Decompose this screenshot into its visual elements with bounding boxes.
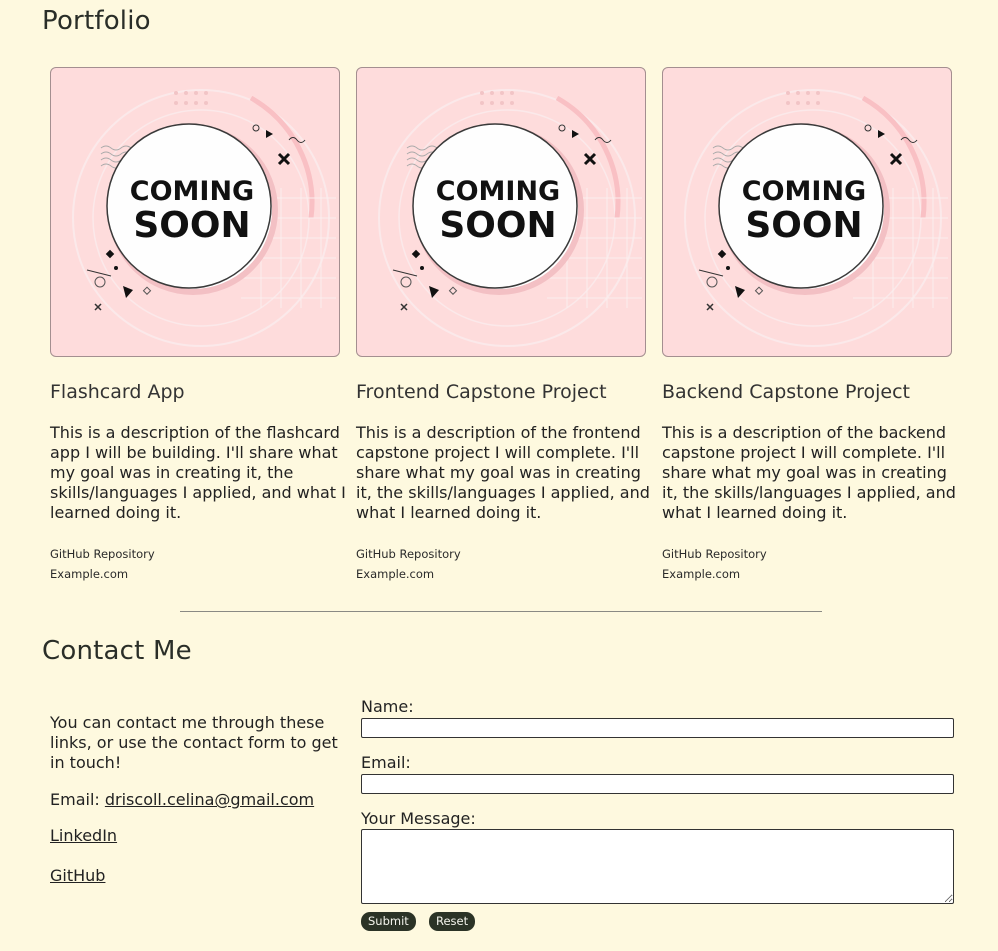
project-links: GitHub Repository Example.com	[50, 544, 155, 584]
email-line: Email: driscoll.celina@gmail.com	[50, 790, 314, 809]
example-link[interactable]: Example.com	[50, 564, 155, 584]
email-label: Email:	[361, 753, 411, 772]
project-card: COMING SOON Backend Capstone Project Thi…	[662, 67, 956, 581]
project-card: COMING SOON Flashcard App This is a desc…	[50, 67, 346, 581]
project-description: This is a description of the backend cap…	[662, 423, 956, 522]
svg-text:COMING: COMING	[742, 176, 866, 207]
coming-soon-illustration: COMING SOON	[684, 89, 948, 347]
github-repository-link[interactable]: GitHub Repository	[356, 544, 461, 564]
message-textarea[interactable]	[361, 829, 954, 904]
project-description: This is a description of the frontend ca…	[356, 423, 650, 522]
section-divider	[180, 611, 822, 612]
portfolio-heading: Portfolio	[42, 6, 151, 36]
svg-text:SOON: SOON	[133, 205, 250, 246]
name-label: Name:	[361, 697, 414, 716]
name-input[interactable]	[361, 718, 954, 738]
coming-soon-image: COMING SOON	[662, 67, 952, 357]
project-title: Flashcard App	[50, 381, 185, 403]
contact-intro: You can contact me through these links, …	[50, 713, 338, 772]
contact-heading: Contact Me	[42, 636, 192, 666]
svg-text:SOON: SOON	[439, 205, 556, 246]
project-links: GitHub Repository Example.com	[356, 544, 461, 584]
coming-soon-illustration: COMING SOON	[72, 89, 336, 347]
coming-soon-image: COMING SOON	[356, 67, 646, 357]
svg-text:COMING: COMING	[130, 176, 254, 207]
project-title: Backend Capstone Project	[662, 381, 911, 403]
example-link[interactable]: Example.com	[356, 564, 461, 584]
project-links: GitHub Repository Example.com	[662, 544, 767, 584]
coming-soon-illustration: COMING SOON	[378, 89, 642, 347]
coming-soon-image: COMING SOON	[50, 67, 340, 357]
svg-text:SOON: SOON	[745, 205, 862, 246]
example-link[interactable]: Example.com	[662, 564, 767, 584]
email-input[interactable]	[361, 774, 954, 794]
project-description: This is a description of the flashcard a…	[50, 423, 346, 522]
svg-text:COMING: COMING	[436, 176, 560, 207]
contact-info: You can contact me through these links, …	[50, 713, 350, 885]
project-card: COMING SOON Frontend Capstone Project Th…	[356, 67, 650, 581]
email-link[interactable]: driscoll.celina@gmail.com	[105, 790, 314, 809]
linkedin-link[interactable]: LinkedIn	[50, 826, 117, 845]
project-title: Frontend Capstone Project	[356, 381, 607, 403]
github-link[interactable]: GitHub	[50, 866, 105, 885]
github-repository-link[interactable]: GitHub Repository	[50, 544, 155, 564]
github-repository-link[interactable]: GitHub Repository	[662, 544, 767, 564]
submit-button[interactable]: Submit	[361, 912, 416, 931]
reset-button[interactable]: Reset	[429, 912, 476, 931]
message-label: Your Message:	[361, 809, 476, 828]
email-prefix: Email:	[50, 790, 105, 809]
